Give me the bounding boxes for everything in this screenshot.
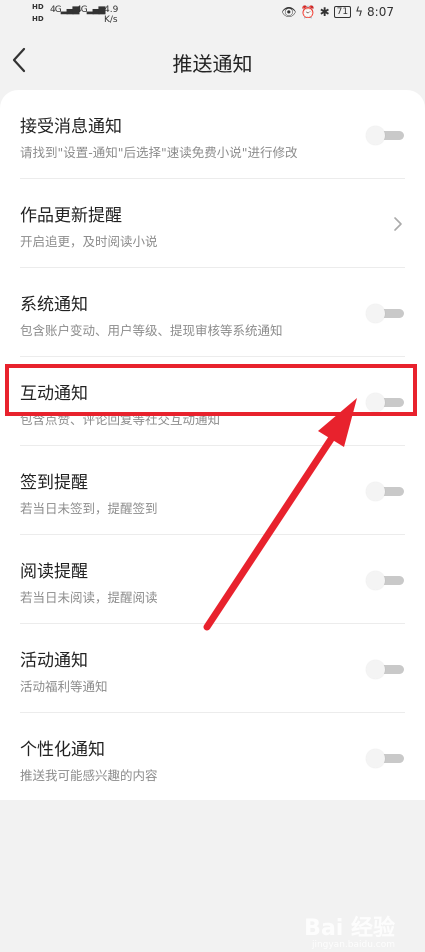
status-bar: HD HD 4G▂▄▆ 4G▂▄▆ 4.9 K/s 👁 ⏰ ✱ 71 ϟ 8:0… [0,0,425,28]
setting-subtitle: 开启追更，及时阅读小说 [20,234,158,249]
setting-subtitle: 活动福利等通知 [20,679,108,694]
setting-title: 活动通知 [20,651,88,671]
setting-subtitle: 若当日未阅读，提醒阅读 [20,590,158,605]
setting-title: 作品更新提醒 [20,206,122,226]
signal-bars-icon: ▂▄▆ [86,5,106,15]
setting-title: 个性化通知 [20,740,105,760]
toggle-switch[interactable] [366,749,404,769]
charging-icon: ϟ [355,5,364,19]
setting-row-system-notification: 系统通知 包含账户变动、用户等级、提现审核等系统通知 [0,268,425,357]
setting-row-activity-notification: 活动通知 活动福利等通知 [0,624,425,713]
hd-badge-2: HD [32,15,44,23]
settings-card: 接受消息通知 请找到"设置-通知"后选择"速读免费小说"进行修改 作品更新提醒 … [0,90,425,800]
toggle-switch[interactable] [366,304,404,324]
signal-1: 4G▂▄▆ [50,5,79,15]
setting-title: 接受消息通知 [20,117,122,137]
signal-2: 4G▂▄▆ [76,5,106,15]
eye-icon: 👁 [281,5,297,19]
setting-row-receive-messages: 接受消息通知 请找到"设置-通知"后选择"速读免费小说"进行修改 [0,90,425,179]
alarm-icon: ⏰ [300,5,316,19]
setting-subtitle: 请找到"设置-通知"后选择"速读免费小说"进行修改 [20,145,298,160]
chevron-right-icon [394,217,402,231]
setting-title: 阅读提醒 [20,562,88,582]
setting-row-checkin-reminder: 签到提醒 若当日未签到，提醒签到 [0,446,425,535]
page-title: 推送通知 [172,52,253,76]
status-right: 👁 ⏰ ✱ 71 ϟ 8:07 [281,5,394,19]
toggle-switch[interactable] [366,126,404,146]
setting-subtitle: 推送我可能感兴趣的内容 [20,768,158,783]
network-speed: 4.9 K/s [104,5,119,25]
setting-row-work-updates[interactable]: 作品更新提醒 开启追更，及时阅读小说 [0,179,425,268]
setting-row-personalized-notification: 个性化通知 推送我可能感兴趣的内容 [0,713,425,802]
setting-subtitle: 若当日未签到，提醒签到 [20,501,158,516]
setting-subtitle: 包含账户变动、用户等级、提现审核等系统通知 [20,323,283,338]
setting-row-reading-reminder: 阅读提醒 若当日未阅读，提醒阅读 [0,535,425,624]
setting-title: 签到提醒 [20,473,88,493]
bluetooth-icon: ✱ [319,5,330,19]
setting-title: 系统通知 [20,295,88,315]
toggle-switch[interactable] [366,571,404,591]
header: 推送通知 [0,30,425,90]
watermark-logo: Bai 经验 [304,916,395,941]
toggle-switch[interactable] [366,482,404,502]
toggle-switch[interactable] [366,660,404,680]
hd-badge-1: HD [32,3,44,11]
watermark-url: jingyan.baidu.com [311,940,395,950]
clock-time: 8:07 [367,5,394,19]
annotation-highlight-box [5,364,417,416]
battery-icon: 71 [333,6,352,18]
